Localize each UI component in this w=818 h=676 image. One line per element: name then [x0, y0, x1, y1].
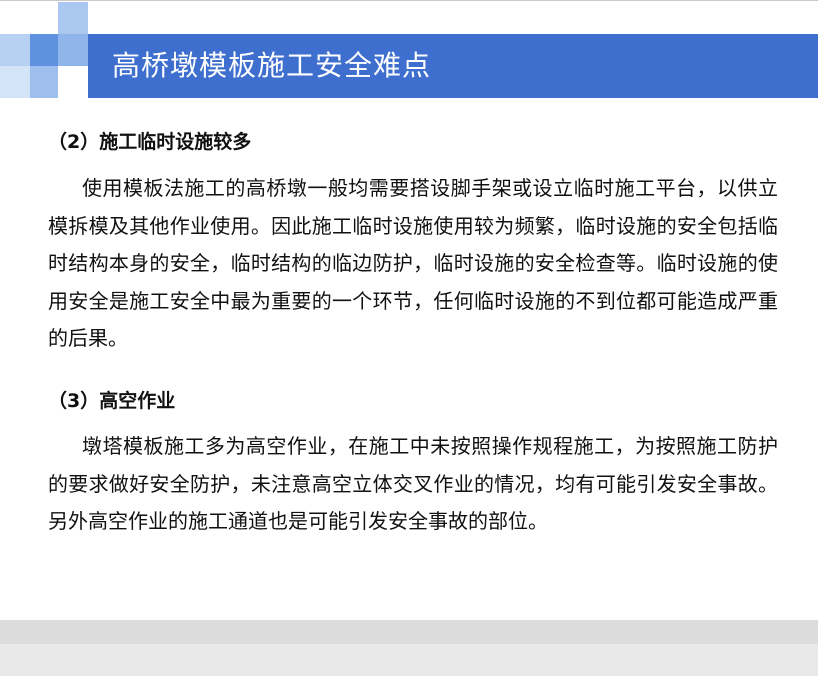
decorative-square	[0, 34, 30, 66]
section-paragraph-temporary-facilities: 使用模板法施工的高桥墩一般均需要搭设脚手架或设立临时施工平台，以供立模拆模及其他…	[48, 176, 778, 350]
section-paragraph-high-altitude-work: 墩塔模板施工多为高空作业，在施工中未按照操作规程施工，为按照施工防护的要求做好安…	[48, 434, 778, 533]
section-heading-temporary-facilities: （2）施工临时设施较多	[48, 131, 252, 153]
top-divider	[0, 0, 818, 1]
slide: 高桥墩模板施工安全难点 （2）施工临时设施较多 使用模板法施工的高桥墩一般均需要…	[0, 0, 818, 620]
section-heading-high-altitude-work: （3）高空作业	[48, 390, 176, 412]
decorative-square	[0, 66, 30, 98]
decorative-square	[58, 34, 88, 66]
slide-title: 高桥墩模板施工安全难点	[112, 49, 432, 82]
decorative-square	[30, 34, 58, 66]
decorative-square	[58, 2, 88, 34]
decorative-square	[30, 66, 58, 98]
bottom-strip	[0, 620, 818, 644]
